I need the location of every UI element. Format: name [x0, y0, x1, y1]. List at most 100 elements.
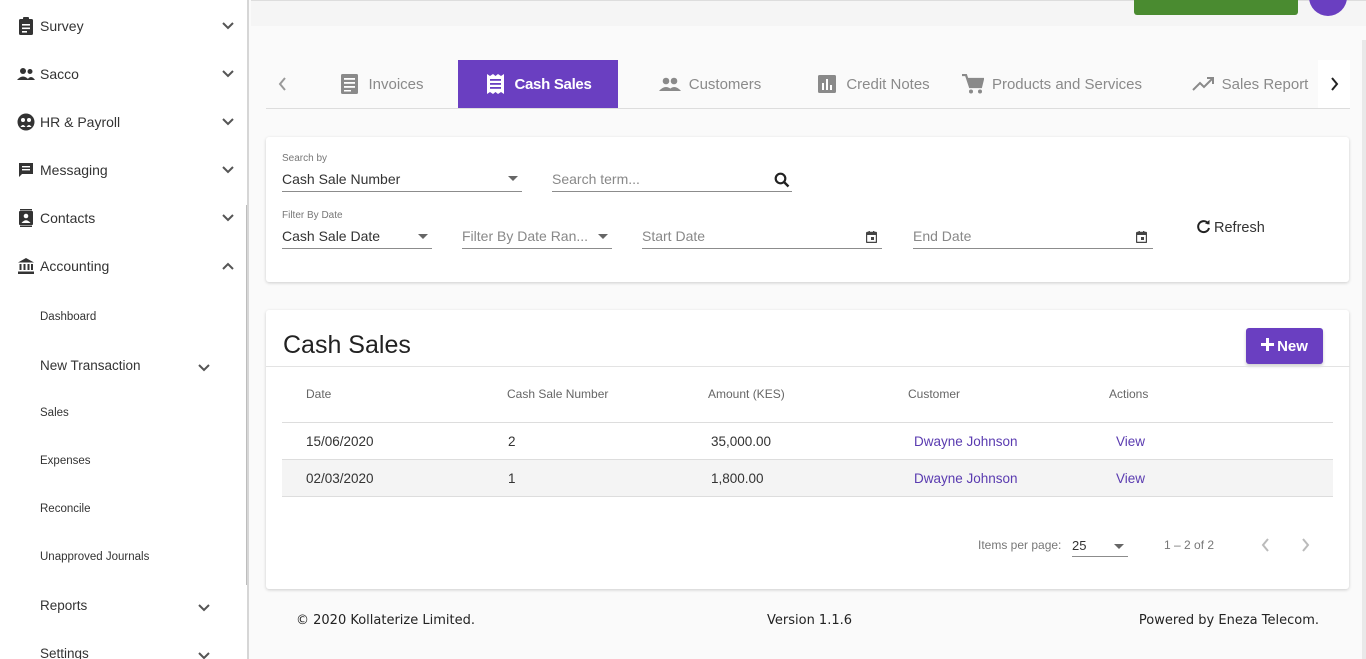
calendar-icon[interactable] [1135, 230, 1148, 246]
filter-by-date-value: Cash Sale Date [282, 228, 381, 244]
end-date-field[interactable]: End Date [913, 210, 1153, 250]
chevron-down-icon[interactable] [219, 65, 237, 83]
tab-label: Credit Notes [846, 75, 930, 93]
sidebar-item-label: Contacts [40, 210, 96, 226]
date-range-placeholder: Filter By Date Ran... [462, 228, 589, 244]
sidebar-sub-expenses[interactable]: Expenses [0, 441, 247, 481]
dropdown-arrow-icon [418, 234, 428, 239]
contacts-icon [17, 209, 35, 227]
sidebar-item-accounting[interactable]: Accounting [0, 242, 247, 290]
divider [266, 366, 1350, 367]
footer: © 2020 Kollaterize Limited. Version 1.1.… [266, 596, 1350, 646]
cell-date: 15/06/2020 [306, 434, 374, 449]
chevron-left-icon [1261, 538, 1269, 552]
view-link[interactable]: View [1116, 434, 1145, 449]
sidebar-item-label: Accounting [40, 258, 110, 274]
filter-by-date-select[interactable]: Filter By Date Cash Sale Date [282, 210, 432, 250]
search-by-select[interactable]: Search by Cash Sale Number [282, 153, 522, 193]
tab-scroll-left-button[interactable] [266, 60, 298, 108]
next-page-button[interactable] [1293, 533, 1317, 557]
column-header-date[interactable]: Date [306, 387, 331, 401]
view-link[interactable]: View [1116, 471, 1145, 486]
end-date-placeholder: End Date [913, 228, 972, 244]
sidebar-sub-dashboard[interactable]: Dashboard [0, 297, 247, 337]
tab-products-and-services[interactable]: Products and Services [952, 60, 1152, 108]
sidebar-sub-unapproved-journals[interactable]: Unapproved Journals [0, 537, 247, 577]
cart-icon [961, 73, 984, 95]
calendar-icon[interactable] [865, 230, 878, 246]
customer-link[interactable]: Dwayne Johnson [914, 434, 1018, 449]
table-row[interactable]: 02/03/2020 1 1,800.00 Dwayne Johnson Vie… [282, 460, 1333, 497]
chevron-down-icon[interactable] [219, 17, 237, 35]
customer-link[interactable]: Dwayne Johnson [914, 471, 1018, 486]
sidebar-item-contacts[interactable]: Contacts [0, 194, 247, 242]
search-by-value: Cash Sale Number [282, 171, 401, 187]
items-per-page-label: Items per page: [978, 538, 1062, 552]
cell-amount: 1,800.00 [711, 471, 764, 486]
tab-scroll-right-button[interactable] [1318, 60, 1350, 108]
chevron-down-icon[interactable] [219, 209, 237, 227]
column-header-number[interactable]: Cash Sale Number [507, 387, 608, 401]
top-action-button[interactable] [1134, 0, 1298, 15]
tab-customers[interactable]: Customers [618, 60, 802, 108]
refresh-icon [1196, 219, 1211, 238]
sidebar-sub-reports[interactable]: Reports [0, 585, 247, 625]
items-per-page-select[interactable]: 25 [1072, 535, 1128, 557]
chevron-up-icon[interactable] [219, 257, 237, 275]
refresh-button[interactable]: Refresh [1196, 218, 1265, 238]
sidebar-item-hr-payroll[interactable]: HR & Payroll [0, 98, 247, 146]
tab-invoices[interactable]: Invoices [304, 60, 458, 108]
sidebar-sub-new-transaction[interactable]: New Transaction [0, 345, 247, 385]
footer-powered-by: Powered by Eneza Telecom. [1138, 613, 1319, 628]
sidebar-sub-label: Dashboard [40, 311, 97, 323]
sidebar-sub-label: Unapproved Journals [40, 551, 150, 563]
sidebar-item-sacco[interactable]: Sacco [0, 50, 247, 98]
plus-icon [1261, 337, 1275, 355]
new-cash-sale-button[interactable]: New [1246, 328, 1323, 364]
trending-icon [1191, 73, 1214, 95]
tab-sales-report[interactable]: Sales Report [1176, 60, 1324, 108]
field-underline [462, 248, 612, 249]
column-header-amount[interactable]: Amount (KES) [708, 387, 785, 401]
section-title: Cash Sales [283, 331, 411, 359]
chevron-right-icon [1301, 538, 1309, 552]
previous-page-button[interactable] [1253, 533, 1277, 557]
sidebar-sub-sales[interactable]: Sales [0, 393, 247, 433]
chevron-down-icon[interactable] [195, 647, 213, 659]
chevron-down-icon[interactable] [219, 113, 237, 131]
search-icon[interactable] [774, 172, 790, 191]
field-underline [282, 191, 522, 192]
sidebar-sub-reconcile[interactable]: Reconcile [0, 489, 247, 529]
sidebar-sub-label: Reconcile [40, 503, 91, 515]
footer-copyright: © 2020 Kollaterize Limited. [296, 613, 475, 628]
start-date-field[interactable]: Start Date [642, 210, 882, 250]
chevron-right-icon [1330, 77, 1338, 91]
table-row[interactable]: 15/06/2020 2 35,000.00 Dwayne Johnson Vi… [282, 422, 1333, 460]
tab-cash-sales[interactable]: Cash Sales [458, 60, 618, 108]
sidebar-item-label: HR & Payroll [40, 114, 121, 130]
sidebar-sub-settings[interactable]: Settings [0, 633, 247, 659]
sidebar-scrollbar[interactable] [246, 205, 247, 585]
page-scrollbar[interactable] [1362, 40, 1366, 659]
pagination-range: 1 – 2 of 2 [1164, 538, 1215, 552]
search-placeholder: Search term... [552, 171, 640, 187]
field-underline [552, 191, 792, 192]
sidebar-item-messaging[interactable]: Messaging [0, 146, 247, 194]
date-range-select[interactable]: Filter By Date Ran... [462, 210, 612, 250]
cell-number: 1 [508, 471, 516, 486]
sidebar-item-label: Messaging [40, 162, 108, 178]
chevron-down-icon[interactable] [195, 359, 213, 377]
receipt-icon [484, 73, 506, 95]
field-underline [282, 248, 432, 249]
sidebar-sub-label: Settings [40, 645, 89, 659]
sidebar-item-survey[interactable]: Survey [0, 2, 247, 50]
footer-version: Version 1.1.6 [767, 613, 853, 628]
sidebar: Survey Sacco HR & Payroll Messaging Cont… [0, 0, 249, 659]
new-button-label: New [1277, 337, 1308, 355]
chevron-down-icon[interactable] [195, 599, 213, 617]
search-input[interactable]: Search term... [552, 153, 792, 193]
items-per-page-value: 25 [1072, 538, 1087, 553]
tab-credit-notes[interactable]: Credit Notes [802, 60, 944, 108]
chevron-down-icon[interactable] [219, 161, 237, 179]
column-header-customer[interactable]: Customer [908, 387, 960, 401]
